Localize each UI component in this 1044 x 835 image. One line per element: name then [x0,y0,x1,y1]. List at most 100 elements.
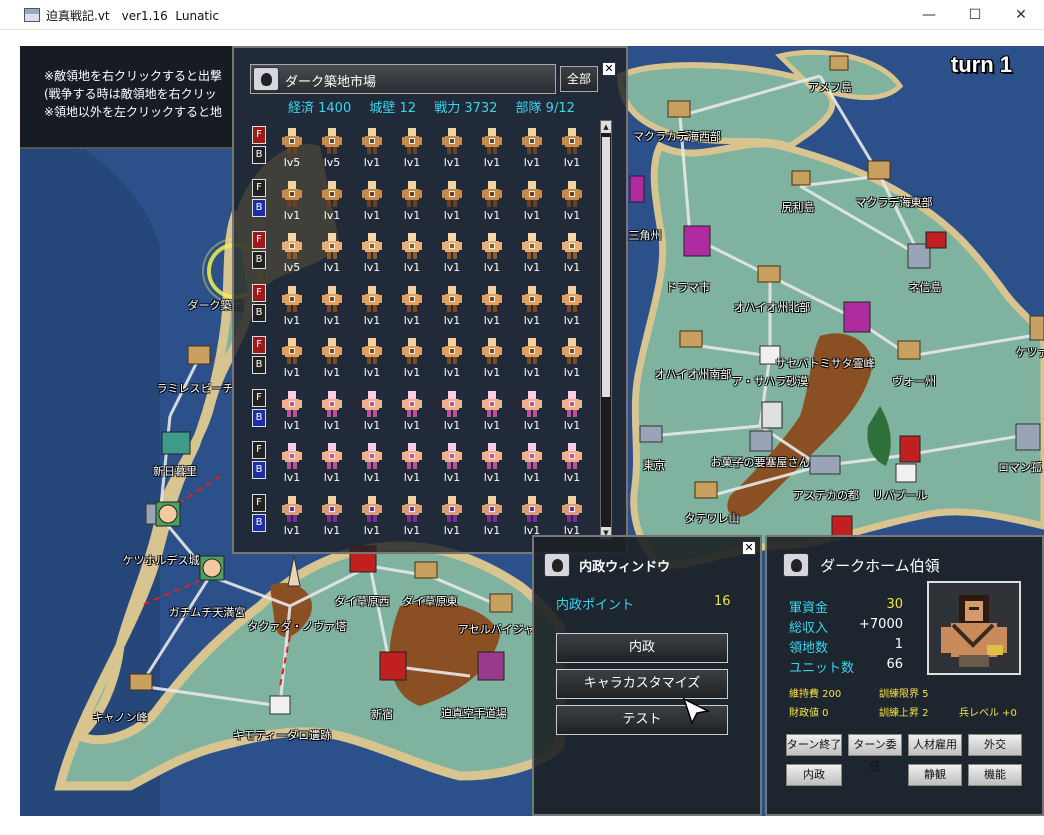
unit-slot[interactable]: lv1 [312,175,352,227]
town-label[interactable]: 三角州 [629,227,662,243]
unit-slot[interactable]: lv1 [272,332,312,384]
town-label[interactable]: アステカの都 [793,487,859,503]
unit-slot[interactable]: lv1 [552,490,592,542]
unit-slot[interactable]: lv1 [352,332,392,384]
front-toggle[interactable]: F [252,178,266,197]
back-toggle[interactable]: B [252,146,266,164]
minimize-button[interactable]: — [906,0,952,30]
unit-slot[interactable]: lv1 [272,490,312,542]
back-toggle[interactable]: B [252,461,266,479]
unit-slot[interactable]: lv1 [552,437,592,489]
unit-slot[interactable]: lv1 [392,227,432,279]
unit-slot[interactable]: lv1 [472,385,512,437]
unit-slot[interactable]: lv1 [512,385,552,437]
unit-slot[interactable]: lv1 [272,437,312,489]
back-toggle[interactable]: B [252,251,266,269]
town-label[interactable]: ラミレスビーチ [157,380,234,396]
hire-button[interactable]: 人材雇用 [907,733,963,757]
unit-slot[interactable]: lv1 [352,385,392,437]
unit-slot[interactable]: lv1 [472,122,512,174]
town-label[interactable]: オハイオ州南部 [655,366,732,382]
unit-slot[interactable]: lv1 [272,385,312,437]
scroll-up-arrow-icon[interactable]: ▲ [601,121,611,133]
town-label[interactable]: キモティーダロ遺跡 [233,727,331,743]
maximize-button[interactable]: ☐ [952,0,998,30]
unit-slot[interactable]: lv1 [432,437,472,489]
town-label[interactable]: タクァダ・ノヴァ塔 [248,618,347,634]
unit-slot[interactable]: lv1 [392,122,432,174]
town-label[interactable]: マクラカデ海西部 [633,128,721,144]
front-toggle[interactable]: F [252,231,266,249]
unit-slot[interactable]: lv1 [392,490,432,542]
unit-slot[interactable]: lv1 [552,385,592,437]
front-toggle[interactable]: F [252,283,266,302]
town-label[interactable]: 東京 [643,457,665,473]
town-label[interactable]: ダイ草原西 [335,593,390,609]
unit-slot[interactable]: lv1 [472,175,512,227]
town-label[interactable]: サセバトミサタ霊峰 [775,355,874,371]
show-all-button[interactable]: 全部 [560,66,598,92]
unit-slot[interactable]: lv1 [272,175,312,227]
town-label[interactable]: 新日暮里 [153,463,197,479]
unit-slot[interactable]: lv1 [552,175,592,227]
unit-slot[interactable]: lv5 [272,227,312,279]
town-label[interactable]: ダイ草原東 [403,593,458,609]
town-label[interactable]: ネ信島 [909,279,942,295]
unit-slot[interactable]: lv1 [512,280,552,332]
unit-slot[interactable]: lv1 [432,175,472,227]
back-toggle[interactable]: B [252,513,266,532]
unit-slot[interactable]: lv5 [312,122,352,174]
unit-slot[interactable]: lv1 [312,280,352,332]
character-customize-button[interactable]: キャラカスタマイズ [556,669,728,699]
unit-slot[interactable]: lv1 [512,332,552,384]
unit-slot[interactable]: lv1 [512,175,552,227]
back-toggle[interactable]: B [252,303,266,322]
unit-slot[interactable]: lv1 [352,490,392,542]
unit-slot[interactable]: lv1 [312,490,352,542]
front-toggle[interactable]: F [252,493,266,512]
unit-slot[interactable]: lv1 [352,280,392,332]
back-toggle[interactable]: B [252,198,266,217]
close-unit-panel-button[interactable]: ✕ [602,62,616,76]
unit-slot[interactable]: lv1 [472,490,512,542]
town-label[interactable]: ガチムチ天満宮 [169,604,246,620]
town-label[interactable]: ア・サハラ砂漠 [732,373,809,389]
unit-slot[interactable]: lv1 [392,175,432,227]
town-label[interactable]: ドラマ市 [666,279,710,295]
unit-slot[interactable]: lv1 [512,437,552,489]
town-label[interactable]: お菓子の要塞屋さん [711,454,810,470]
unit-slot[interactable]: lv1 [352,227,392,279]
unit-slot[interactable]: lv1 [552,280,592,332]
town-label[interactable]: ヴォー州 [892,373,936,389]
unit-slot[interactable]: lv1 [472,227,512,279]
domestic-affairs-button[interactable]: 内政 [785,763,843,787]
function-button[interactable]: 機能 [967,763,1023,787]
town-label[interactable]: キャノン峰 [93,709,148,725]
unit-slot[interactable]: lv1 [312,227,352,279]
unit-slot[interactable]: lv1 [552,227,592,279]
town-label[interactable]: ロマン孤 [998,459,1042,475]
close-domestic-window-button[interactable]: ✕ [742,541,756,555]
unit-slot[interactable]: lv1 [552,122,592,174]
town-label[interactable]: アメフ島 [808,79,851,95]
unit-slot[interactable]: lv1 [432,385,472,437]
unit-slot[interactable]: lv1 [352,437,392,489]
unit-slot[interactable]: lv1 [392,385,432,437]
town-label[interactable]: ケツホルデス城 [123,552,200,568]
scroll-thumb[interactable] [602,137,610,397]
unit-slot[interactable]: lv1 [552,332,592,384]
unit-slot[interactable]: lv1 [432,122,472,174]
town-label[interactable]: リバプール [873,487,928,503]
back-toggle[interactable]: B [252,356,266,374]
unit-slot[interactable]: lv1 [512,227,552,279]
domestic-button[interactable]: 内政 [556,633,728,663]
unit-slot[interactable]: lv1 [432,280,472,332]
unit-slot[interactable]: lv1 [392,332,432,384]
unit-slot[interactable]: lv1 [312,332,352,384]
unit-scrollbar[interactable]: ▲ ▼ [600,120,612,540]
unit-slot[interactable]: lv1 [512,490,552,542]
town-label[interactable]: タテワレ山 [685,510,740,526]
unit-slot[interactable]: lv1 [352,122,392,174]
front-toggle[interactable]: F [252,388,266,407]
unit-slot[interactable]: lv1 [472,332,512,384]
